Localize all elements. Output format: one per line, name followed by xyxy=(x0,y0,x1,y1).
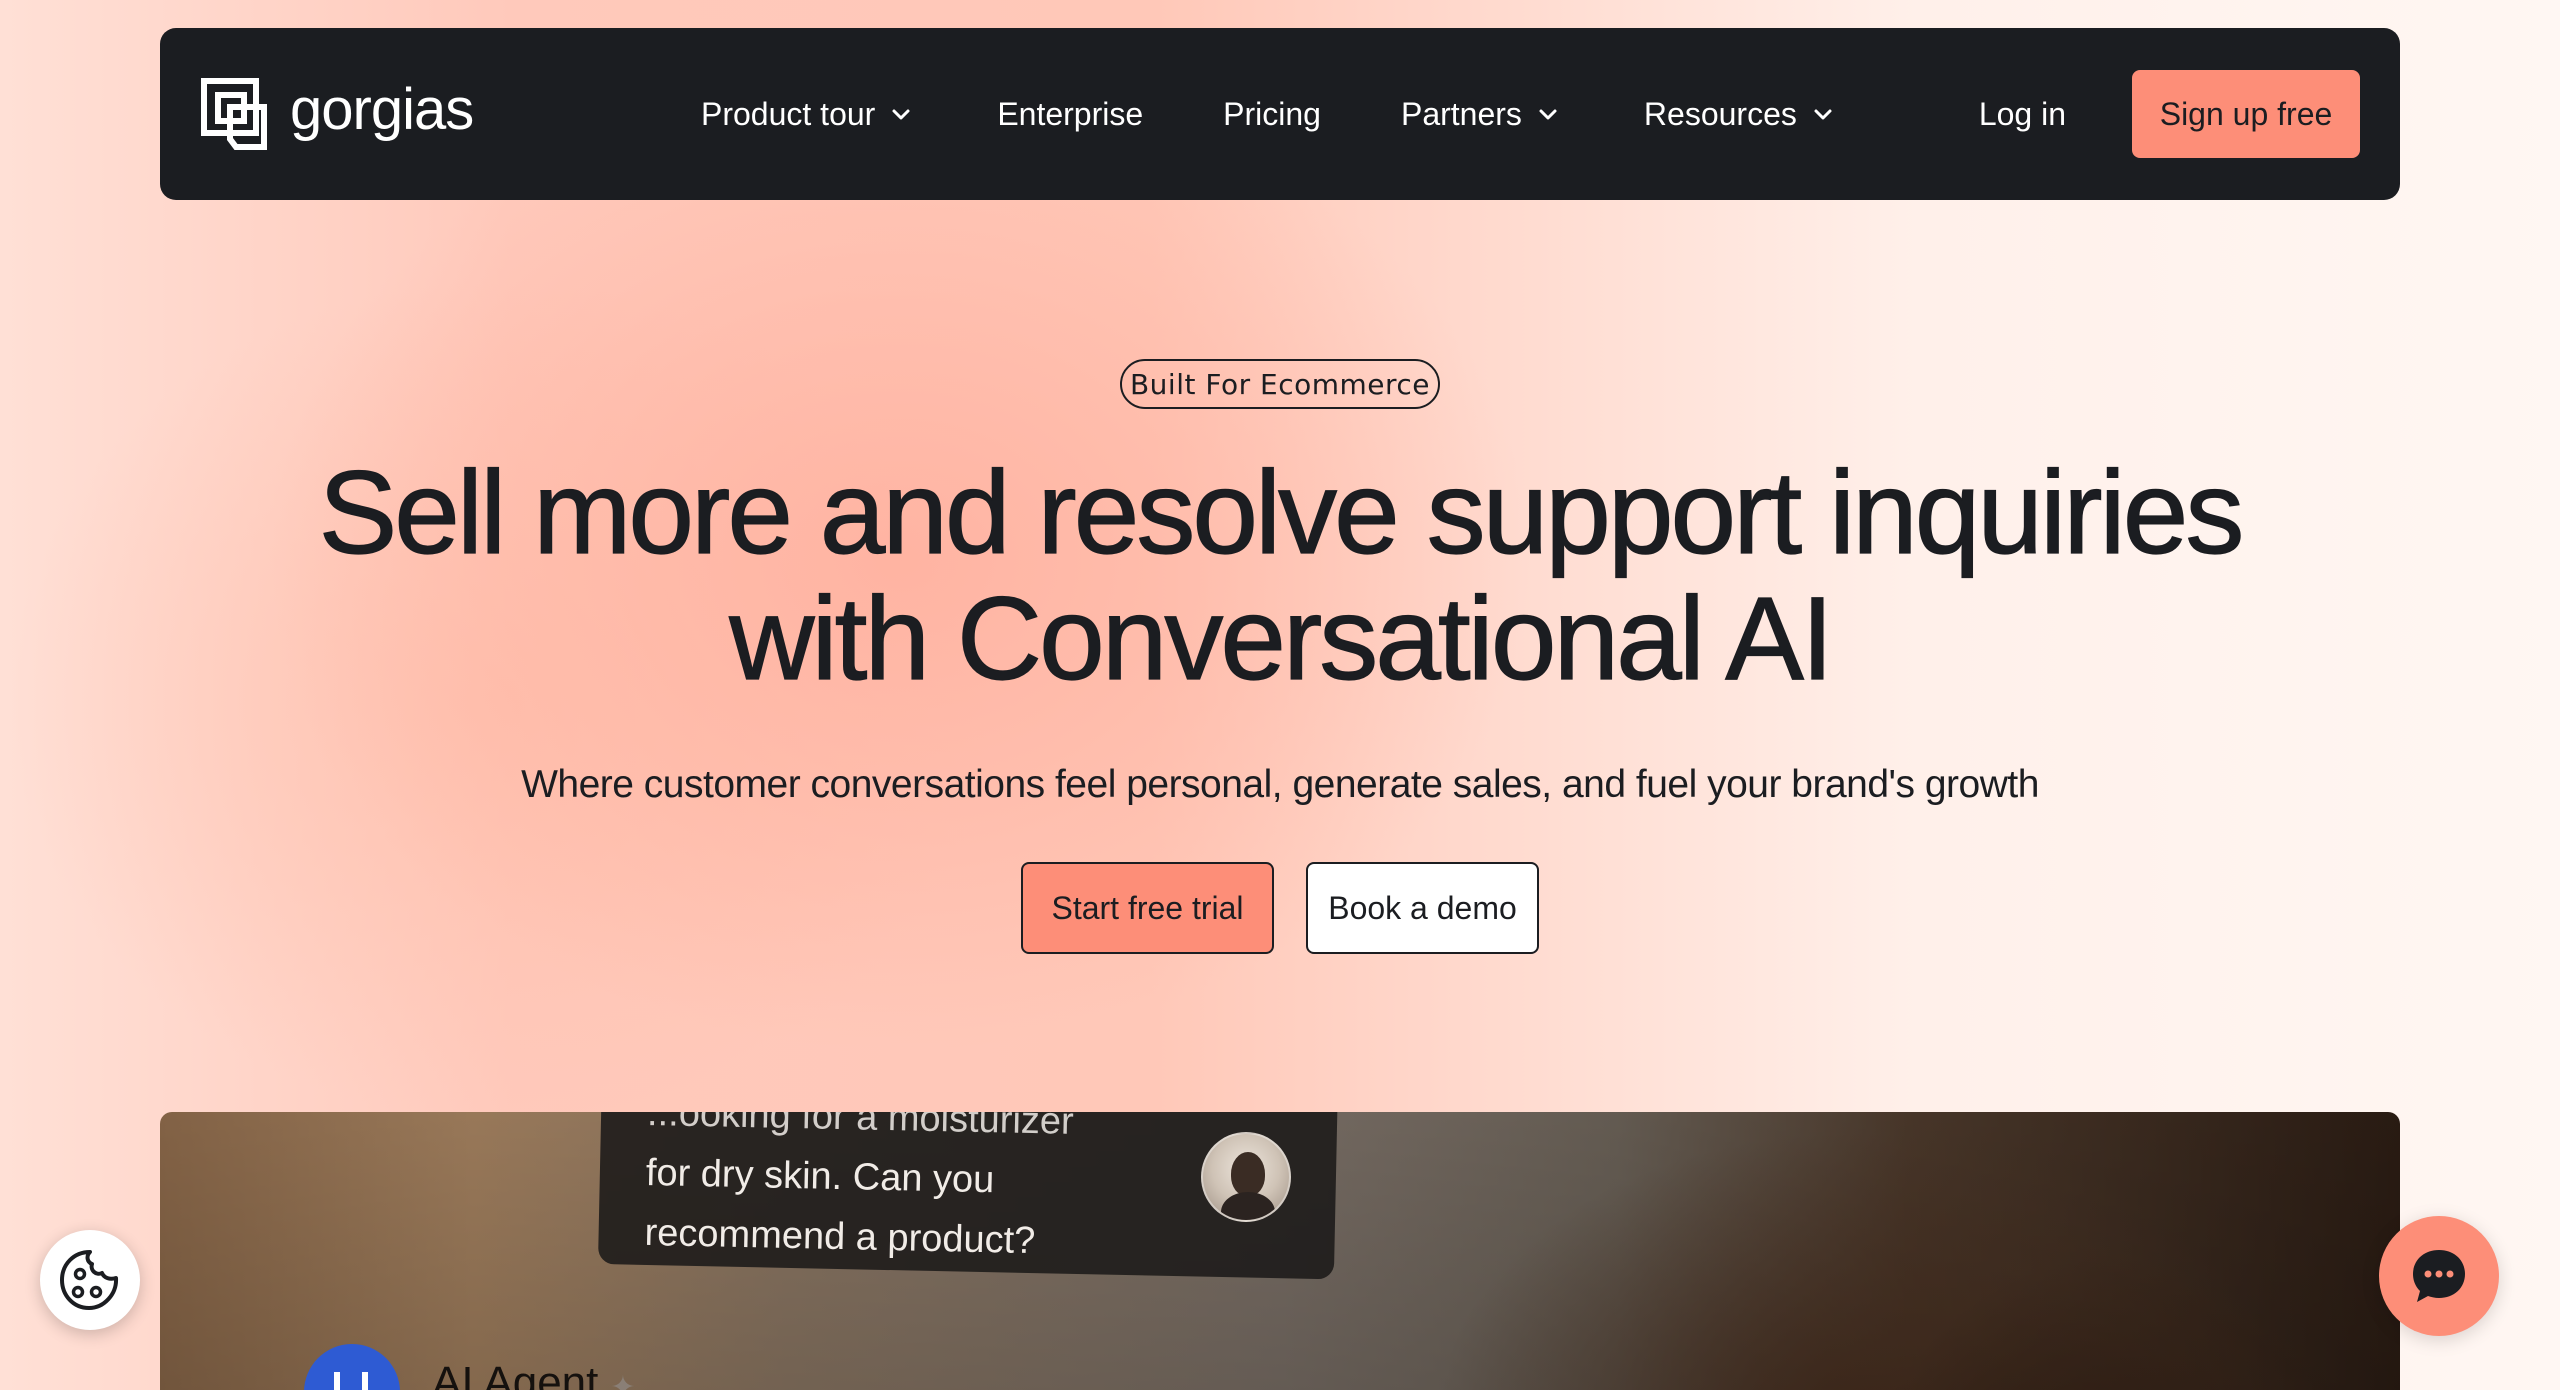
headline-line-1: Sell more and resolve support inquiries xyxy=(318,447,2245,579)
hero-video[interactable]: ...ooking for a moisturizer for dry skin… xyxy=(160,1112,2400,1390)
agent-name-text: AI Agent xyxy=(432,1358,599,1390)
headline-line-2: with Conversational AI xyxy=(729,573,1835,705)
ai-agent-label: AI Agent ✦ xyxy=(432,1358,636,1390)
chevron-down-icon xyxy=(1539,109,1557,120)
gorgias-logo-icon xyxy=(201,78,267,150)
nav-item-partners[interactable]: Partners xyxy=(1401,96,1560,133)
main-menu: Product tour Enterprise Pricing Partners… xyxy=(701,28,1835,200)
cookie-settings-button[interactable] xyxy=(40,1230,140,1330)
gorgias-logo[interactable]: gorgias xyxy=(200,77,474,151)
hero-subheadline: Where customer conversations feel person… xyxy=(521,763,2039,806)
nav-item-label: Resources xyxy=(1643,95,1797,132)
hero-headline: Sell more and resolve support inquiries … xyxy=(0,447,2560,705)
nav-item-label: Product tour xyxy=(701,95,876,132)
nav-actions: Log in Sign up free xyxy=(1979,28,2360,200)
start-free-trial-button[interactable]: Start free trial xyxy=(1021,862,1274,954)
chat-bubble-icon xyxy=(2413,1250,2465,1302)
login-link[interactable]: Log in xyxy=(1979,96,2066,133)
customer-avatar xyxy=(1201,1132,1291,1222)
cookie-icon xyxy=(60,1250,119,1310)
category-badge: Built For Ecommerce xyxy=(1120,359,1440,409)
logo-wordmark: gorgias xyxy=(290,77,474,142)
chevron-down-icon xyxy=(892,109,910,120)
sparkle-icon: ✦ xyxy=(610,1371,636,1390)
nav-item-product-tour[interactable]: Product tour xyxy=(701,96,913,133)
nav-item-label: Pricing xyxy=(1223,95,1321,132)
signup-button[interactable]: Sign up free xyxy=(2132,70,2360,158)
nav-item-pricing[interactable]: Pricing xyxy=(1223,96,1321,133)
book-demo-button[interactable]: Book a demo xyxy=(1306,862,1539,954)
message-line: recommend a product? xyxy=(644,1211,1036,1263)
chevron-down-icon xyxy=(1814,109,1832,120)
top-navigation: gorgias Product tour Enterprise Pricing … xyxy=(160,28,2400,200)
nav-item-resources[interactable]: Resources xyxy=(1644,96,1835,133)
avatar-body xyxy=(1221,1192,1275,1220)
nav-item-label: Partners xyxy=(1400,95,1522,132)
nav-item-enterprise[interactable]: Enterprise xyxy=(997,96,1143,133)
avatar-head xyxy=(1231,1152,1265,1196)
chat-launcher-button[interactable] xyxy=(2379,1216,2499,1336)
nav-item-label: Enterprise xyxy=(997,95,1144,132)
